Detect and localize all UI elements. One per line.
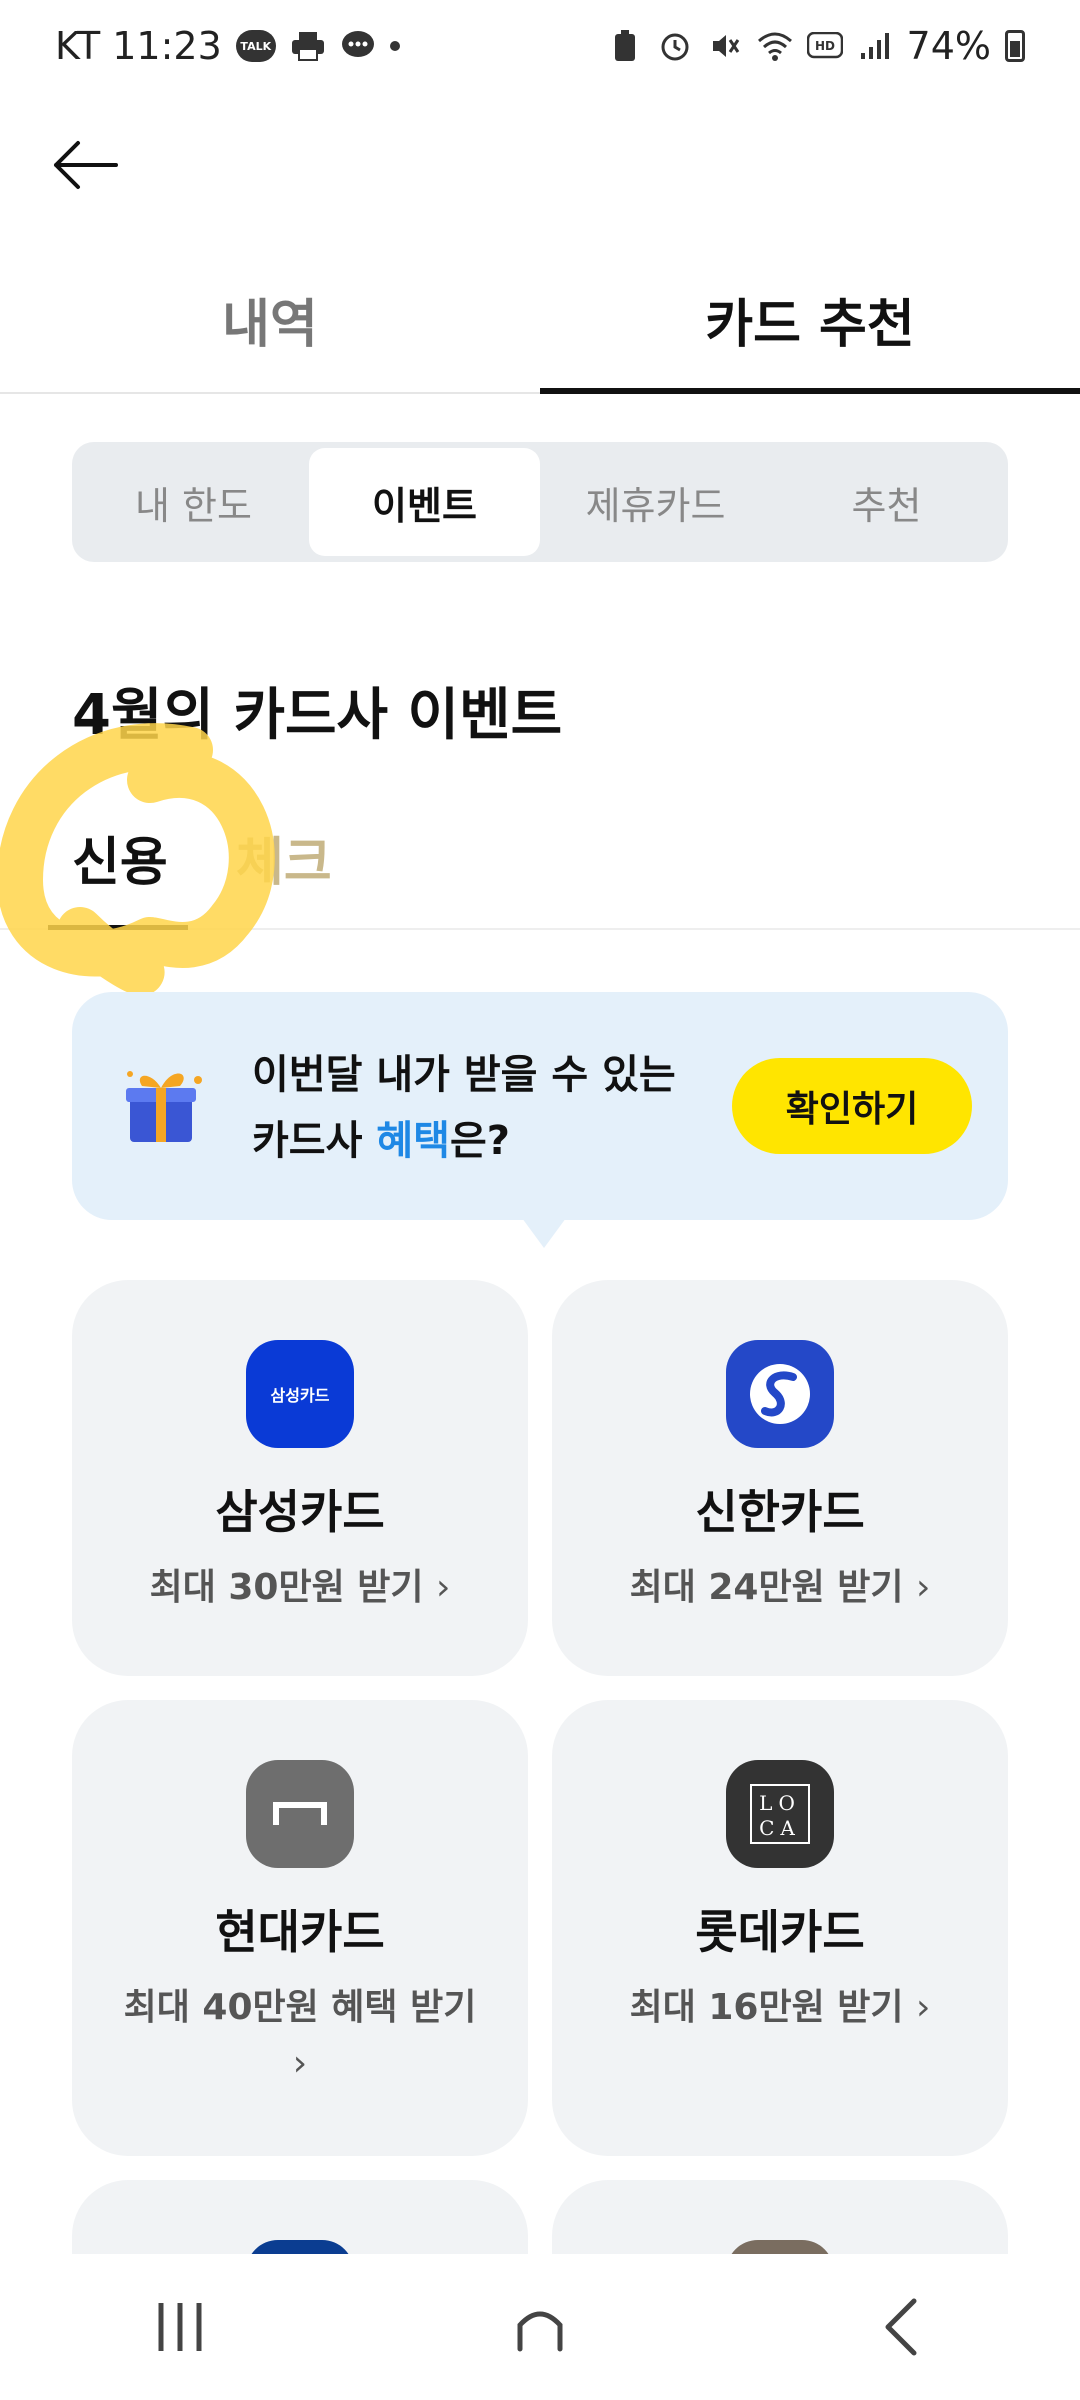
- hd-voice-icon: HD: [806, 28, 843, 64]
- system-back-button[interactable]: [840, 2277, 960, 2377]
- card-tile-shinhan[interactable]: 신한카드 최대 24만원 받기 ›: [552, 1280, 1008, 1676]
- svg-text:HD: HD: [815, 39, 835, 53]
- home-icon: [517, 2311, 563, 2352]
- battery-saver-icon: [607, 28, 643, 64]
- sub-tabs: 신용 체크: [0, 800, 1080, 930]
- promo-line1: 이번달 내가 받을 수 있는: [252, 1052, 676, 1098]
- subtab-indicator: [48, 925, 188, 930]
- tab-card-recommend[interactable]: 카드 추천: [540, 270, 1080, 394]
- chevron-right-icon: ›: [292, 2043, 308, 2084]
- card-name: 신한카드: [695, 1485, 865, 1539]
- segment-partner-card[interactable]: 제휴카드: [540, 448, 771, 556]
- promo-highlight: 혜택: [376, 1118, 450, 1164]
- status-bar: KT 11:23 TALK HD 74%: [0, 0, 1080, 100]
- wifi-icon: [757, 28, 793, 64]
- subtab-credit[interactable]: 신용: [72, 820, 168, 895]
- system-nav-bar: [0, 2254, 1080, 2400]
- card-name: 롯데카드: [695, 1905, 865, 1959]
- signal-icon: [857, 28, 893, 64]
- recent-apps-button[interactable]: [120, 2277, 240, 2377]
- arrow-left-icon: [54, 141, 118, 189]
- benefit-text: 최대 30만원 받기: [149, 1567, 424, 1608]
- chevron-left-icon: [885, 2298, 917, 2356]
- card-benefit: 최대 30만원 받기 ›: [110, 1560, 491, 1616]
- benefit-text: 최대 24만원 받기: [629, 1567, 904, 1608]
- segment-my-limit[interactable]: 내 한도: [78, 448, 309, 556]
- notification-dot-icon: [389, 41, 400, 51]
- promo-line2-prefix: 카드사: [252, 1118, 377, 1164]
- promo-text: 이번달 내가 받을 수 있는 카드사 혜택은?: [252, 1042, 676, 1174]
- segmented-control: 내 한도 이벤트 제휴카드 추천: [72, 442, 1008, 562]
- svg-text:CA: CA: [759, 1816, 801, 1840]
- card-name: 현대카드: [215, 1905, 385, 1959]
- samsung-card-logo-icon: 삼성카드: [246, 1340, 354, 1448]
- mute-icon: [707, 28, 743, 64]
- status-right: HD 74%: [607, 24, 1025, 68]
- card-tile-hyundai[interactable]: 현대카드 최대 40만원 혜택 받기 ›: [72, 1700, 528, 2156]
- back-button[interactable]: [40, 120, 130, 210]
- printer-icon: [290, 28, 326, 64]
- section-title: 4월의 카드사 이벤트: [72, 683, 563, 748]
- carrier-time: KT 11:23: [55, 24, 222, 68]
- svg-text:LO: LO: [759, 1791, 801, 1815]
- shinhan-card-logo-icon: [726, 1340, 834, 1448]
- card-benefit: 최대 40만원 혜택 받기 ›: [84, 1980, 517, 2092]
- status-left: KT 11:23 TALK: [55, 24, 400, 68]
- lotte-card-logo-icon: LO CA: [726, 1760, 834, 1868]
- card-tile-lotte[interactable]: LO CA 롯데카드 최대 16만원 받기 ›: [552, 1700, 1008, 2156]
- card-tile-samsung[interactable]: 삼성카드 삼성카드 최대 30만원 받기 ›: [72, 1280, 528, 1676]
- home-button[interactable]: [480, 2277, 600, 2377]
- confirm-button[interactable]: 확인하기: [732, 1058, 972, 1154]
- card-benefit: 최대 16만원 받기 ›: [590, 1980, 971, 2036]
- promo-line2: 카드사 혜택은?: [252, 1108, 676, 1174]
- segment-recommend[interactable]: 추천: [771, 448, 1002, 556]
- promo-banner[interactable]: 이번달 내가 받을 수 있는 카드사 혜택은? 확인하기: [72, 992, 1008, 1248]
- promo-line2-suffix: 은?: [449, 1118, 510, 1164]
- chevron-right-icon: ›: [916, 1987, 931, 2028]
- benefit-text: 최대 16만원 받기: [629, 1987, 904, 2028]
- segment-event[interactable]: 이벤트: [309, 448, 540, 556]
- recent-apps-icon: [158, 2303, 202, 2351]
- battery-percent: 74%: [906, 24, 991, 68]
- chevron-right-icon: ›: [916, 1567, 931, 1608]
- gift-box-icon: [126, 1071, 202, 1142]
- hyundai-card-logo-icon: [246, 1760, 354, 1868]
- kakaotalk-icon: TALK: [235, 30, 276, 62]
- subtab-check[interactable]: 체크: [236, 820, 332, 895]
- chevron-right-icon: ›: [436, 1567, 451, 1608]
- battery-icon: [1005, 30, 1025, 62]
- message-icon: [340, 28, 376, 64]
- tab-history[interactable]: 내역: [0, 270, 540, 392]
- card-name: 삼성카드: [215, 1485, 385, 1539]
- card-benefit: 최대 24만원 받기 ›: [590, 1560, 971, 1616]
- benefit-text: 최대 40만원 혜택 받기: [123, 1987, 477, 2028]
- top-tabs: 내역 카드 추천: [0, 270, 1080, 394]
- alarm-icon: [657, 28, 693, 64]
